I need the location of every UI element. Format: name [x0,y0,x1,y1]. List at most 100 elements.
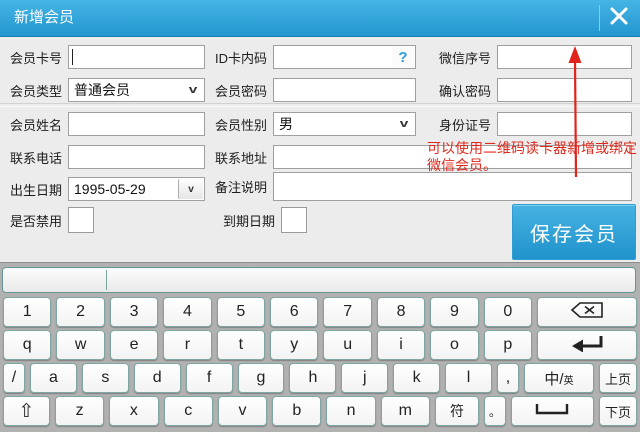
period-key[interactable]: 。 [484,396,506,426]
prev-page-key[interactable]: 上页 [599,363,637,393]
key-p[interactable]: p [484,330,532,360]
key-9[interactable]: 9 [430,297,478,327]
key-h[interactable]: h [289,363,336,393]
key-5[interactable]: 5 [217,297,265,327]
key-3[interactable]: 3 [110,297,158,327]
enter-icon [570,334,604,357]
space-icon [534,402,570,420]
date-dropdown-button[interactable]: v [178,179,203,199]
lang-toggle-key[interactable]: 中/英 [524,363,594,393]
title-bar: 新增会员 [0,0,640,37]
key-x[interactable]: x [109,396,158,426]
key-2[interactable]: 2 [56,297,104,327]
member-type-select[interactable]: 普通会员 v [68,78,205,102]
wechat-no-input[interactable] [497,45,632,69]
close-button[interactable] [604,4,634,32]
key-6[interactable]: 6 [270,297,318,327]
add-member-dialog: 新增会员 会员卡号 ID卡内码 ? 微信序号 会员类型 [0,0,640,431]
birth-date-picker[interactable]: 1995-05-29 v [68,177,205,201]
birth-date-label: 出生日期 [10,180,62,199]
key-l[interactable]: l [445,363,492,393]
space-key[interactable] [511,396,594,426]
field-birth-date: 出生日期 1995-05-29 v [10,177,205,201]
id-number-input[interactable] [497,112,632,136]
field-member-type: 会员类型 普通会员 v [10,78,205,102]
expiry-checkbox[interactable] [281,207,307,233]
password-input[interactable] [273,78,416,102]
id-card-label: ID卡内码 [214,48,267,67]
confirm-password-input[interactable] [497,78,632,102]
key-8[interactable]: 8 [377,297,425,327]
member-name-input[interactable] [68,112,205,136]
disabled-checkbox[interactable] [68,207,94,233]
key-k[interactable]: k [393,363,440,393]
keyboard-row-asdf: / a s d f g h j k l , 中/英 上页 [3,363,637,393]
field-password: 会员密码 [214,78,416,102]
key-comma[interactable]: , [497,363,519,393]
backspace-icon [570,301,604,324]
group-separator [0,103,640,107]
key-t[interactable]: t [217,330,265,360]
gender-value: 男 [279,114,293,134]
password-label: 会员密码 [214,81,267,100]
key-b[interactable]: b [272,396,321,426]
backspace-key[interactable] [537,297,637,327]
field-gender: 会员性别 男 v [214,112,416,136]
text-caret [72,49,73,65]
member-form: 会员卡号 ID卡内码 ? 微信序号 会员类型 普通会员 v 会员密码 确认密码 [0,37,640,262]
key-o[interactable]: o [430,330,478,360]
key-4[interactable]: 4 [163,297,211,327]
key-e[interactable]: e [110,330,158,360]
key-0[interactable]: 0 [484,297,532,327]
key-d[interactable]: d [134,363,181,393]
key-v[interactable]: v [218,396,267,426]
field-wechat-no: 微信序号 [432,45,632,69]
enter-key[interactable] [537,330,637,360]
shift-icon: ⇧ [19,400,35,423]
help-icon[interactable]: ? [392,47,414,67]
member-card-input[interactable] [68,45,205,69]
phone-input[interactable] [68,145,205,169]
expiry-label: 到期日期 [222,211,275,230]
annotation-line1: 可以使用二维码读卡器新增或绑定 [427,140,640,157]
shift-key[interactable]: ⇧ [3,396,50,426]
member-type-value: 普通会员 [74,80,130,100]
key-a[interactable]: a [30,363,77,393]
key-7[interactable]: 7 [323,297,371,327]
symbol-key[interactable]: 符 [435,396,479,426]
field-id-number: 身份证号 [432,112,632,136]
key-n[interactable]: n [326,396,375,426]
key-r[interactable]: r [163,330,211,360]
key-g[interactable]: g [238,363,285,393]
key-j[interactable]: j [341,363,388,393]
key-f[interactable]: f [186,363,233,393]
save-member-button[interactable]: 保存会员 [512,204,636,260]
key-c[interactable]: c [164,396,213,426]
member-name-label: 会员姓名 [10,115,62,134]
key-slash[interactable]: / [3,363,25,393]
phone-label: 联系电话 [10,148,62,167]
remark-input[interactable] [273,172,632,201]
key-q[interactable]: q [3,330,51,360]
chevron-down-icon: v [189,79,198,101]
field-disabled: 是否禁用 [10,207,94,233]
field-member-card: 会员卡号 [10,45,205,69]
key-w[interactable]: w [56,330,104,360]
lang-zh-label: 中/ [544,368,563,389]
chevron-down-icon: v [400,113,409,135]
key-m[interactable]: m [381,396,430,426]
ime-composition-bar[interactable] [2,267,636,293]
key-z[interactable]: z [55,396,104,426]
key-s[interactable]: s [82,363,129,393]
key-y[interactable]: y [270,330,318,360]
id-card-input[interactable]: ? [273,45,416,69]
id-number-label: 身份证号 [432,115,491,134]
field-remark: 备注说明 [214,174,632,198]
key-u[interactable]: u [323,330,371,360]
next-page-key[interactable]: 下页 [599,396,637,426]
onscreen-keyboard: 1 2 3 4 5 6 7 8 9 0 q w e r t y u i [0,262,640,432]
key-i[interactable]: i [377,330,425,360]
gender-select[interactable]: 男 v [273,112,416,136]
keyboard-row-zxcv: ⇧ z x c v b n m 符 。 下页 [3,396,637,426]
key-1[interactable]: 1 [3,297,51,327]
